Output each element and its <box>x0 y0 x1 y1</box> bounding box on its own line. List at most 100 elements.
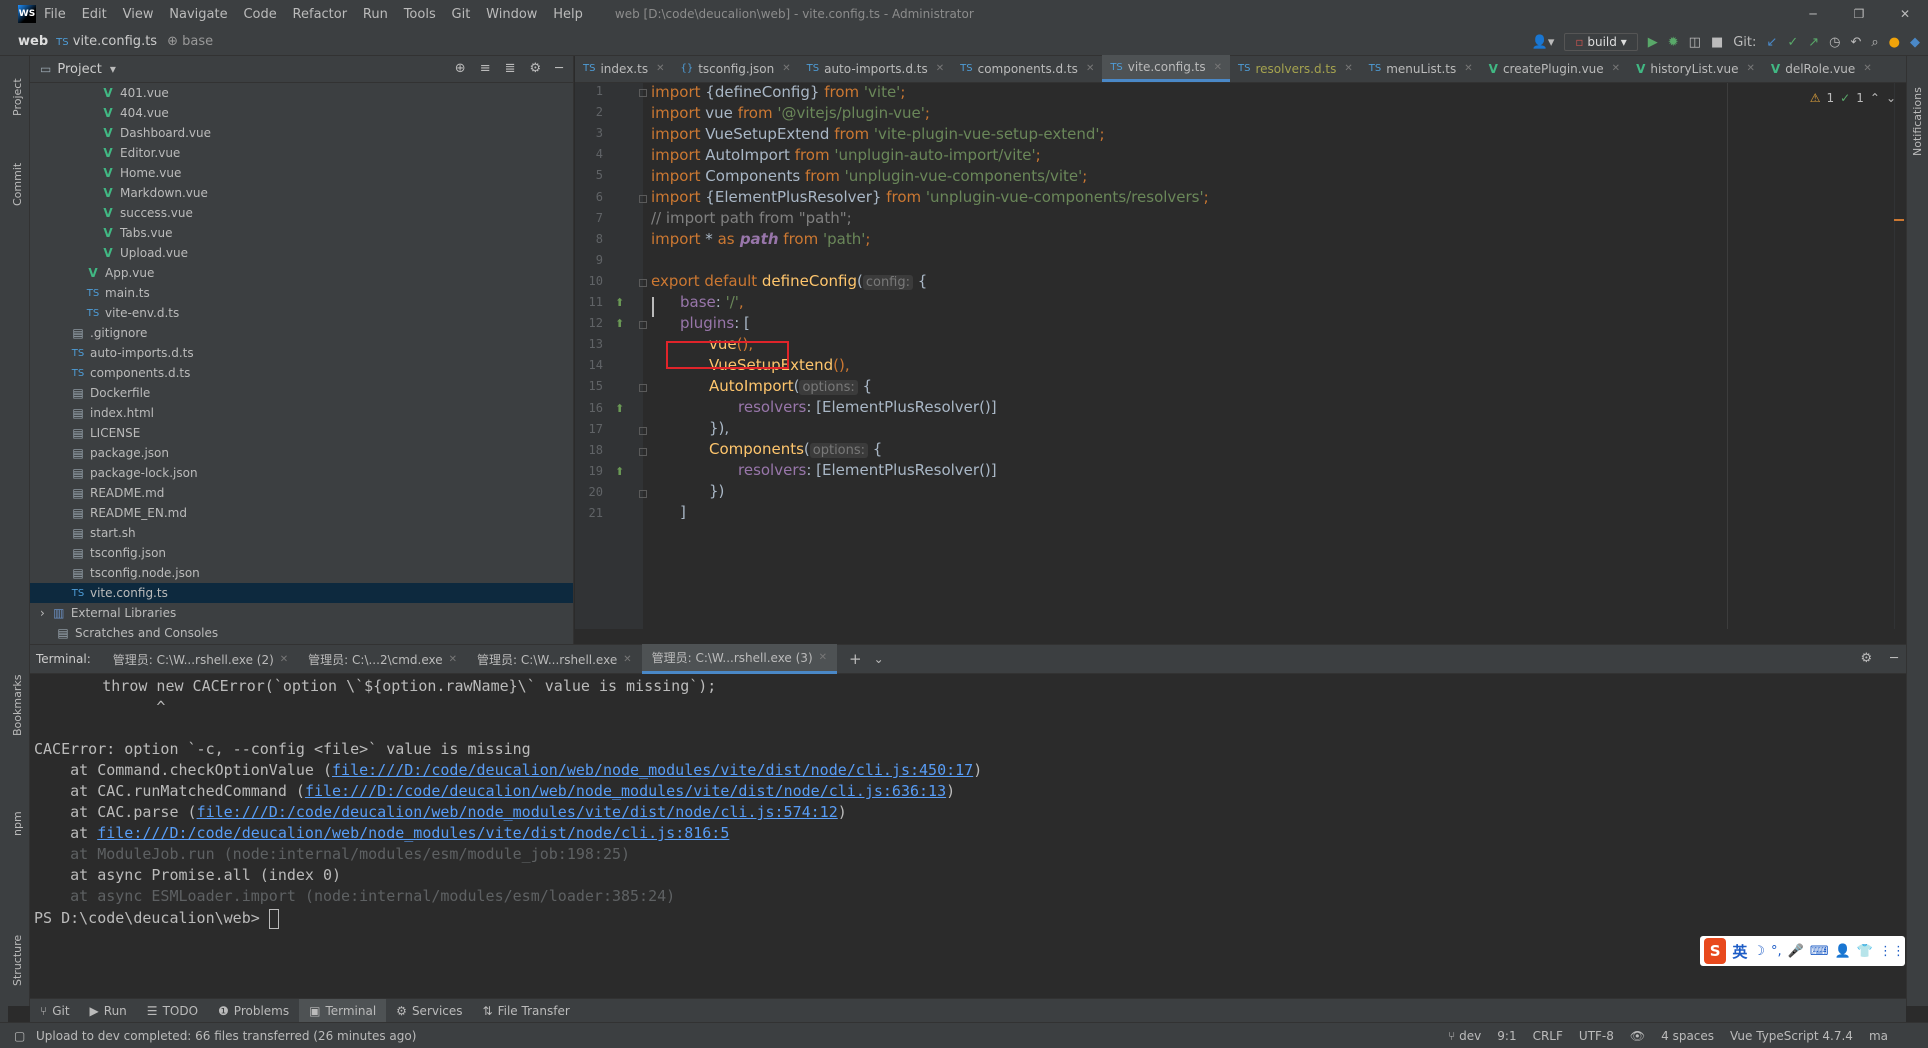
collapse-all-icon[interactable]: ≣ <box>505 61 516 76</box>
terminal-tab[interactable]: 管理员: C:\W...rshell.exe (3) ✕ <box>641 644 838 674</box>
tool-tab-problems[interactable]: ❶ Problems <box>208 999 299 1023</box>
tree-item[interactable]: V Home.vue <box>30 163 573 183</box>
tree-item[interactable]: V Dashboard.vue <box>30 123 573 143</box>
close-tab-icon[interactable]: ✕ <box>449 654 457 665</box>
fold-marker-icon[interactable] <box>639 384 647 393</box>
fold-marker-icon[interactable] <box>639 321 647 330</box>
tree-item[interactable]: ▤ package.json <box>30 443 573 463</box>
close-tab-icon[interactable]: ✕ <box>782 63 790 74</box>
punctuation-icon[interactable]: °, <box>1771 944 1782 959</box>
run-icon[interactable]: ▶ <box>1648 35 1658 50</box>
breadcrumb-symbol[interactable]: ⊕ base <box>167 34 213 49</box>
implements-gutter-icon[interactable]: ⬆ <box>615 317 624 330</box>
tree-item[interactable]: TS vite.config.ts <box>30 583 573 603</box>
tool-tab-todo[interactable]: ☰ TODO <box>137 999 208 1023</box>
terminal-tab[interactable]: 管理员: C:\...2\cmd.exe ✕ <box>298 644 467 674</box>
coverage-icon[interactable]: ◫ <box>1689 35 1701 50</box>
terminal-output[interactable]: throw new CACError(`option \`${option.ra… <box>30 674 1906 986</box>
chevron-up-icon[interactable]: ⌃ <box>1870 91 1880 105</box>
status-message[interactable]: Upload to dev completed: 66 files transf… <box>36 1029 416 1043</box>
search-icon[interactable]: ⌕ <box>1871 35 1878 50</box>
tree-item[interactable]: TS components.d.ts <box>30 363 573 383</box>
chevron-down-icon[interactable]: ▾ <box>110 62 116 76</box>
fold-marker-icon[interactable] <box>639 89 647 97</box>
ime-toolbar[interactable]: S 英 ☽ °, 🎤 ⌨ 👤 👕 ⋮⋮ <box>1700 936 1905 966</box>
menu-file[interactable]: File <box>44 7 66 22</box>
editor-scrollbar[interactable] <box>1894 83 1906 629</box>
tree-item[interactable]: V Tabs.vue <box>30 223 573 243</box>
menu-view[interactable]: View <box>123 7 154 22</box>
user-icon[interactable]: 👤▾ <box>1532 35 1555 50</box>
stack-link[interactable]: file:///D:/code/deucalion/web/node_modul… <box>305 782 946 800</box>
fold-marker-icon[interactable] <box>639 426 647 435</box>
tree-item[interactable]: ▤ tsconfig.json <box>30 543 573 563</box>
add-icon[interactable]: + <box>849 650 862 668</box>
close-tab-icon[interactable]: ✕ <box>936 63 944 74</box>
editor-tab[interactable]: TS menuList.ts ✕ <box>1361 55 1481 82</box>
implements-gutter-icon[interactable]: ⬆ <box>615 402 624 415</box>
fold-marker-icon[interactable] <box>639 194 647 203</box>
fold-marker-icon[interactable] <box>639 447 647 456</box>
hide-icon[interactable]: ─ <box>1890 651 1898 666</box>
rollback-icon[interactable]: ↶ <box>1850 35 1861 50</box>
close-tab-icon[interactable]: ✕ <box>1344 63 1352 74</box>
tree-item[interactable]: V 404.vue <box>30 103 573 123</box>
close-tab-icon[interactable]: ✕ <box>1863 63 1871 74</box>
tree-item[interactable]: ▤ index.html <box>30 403 573 423</box>
grid-icon[interactable]: ⋮⋮ <box>1879 944 1905 959</box>
tool-tab-file-transfer[interactable]: ⇅ File Transfer <box>473 999 580 1023</box>
tree-item[interactable]: ▤ .gitignore <box>30 323 573 343</box>
tree-item[interactable]: V App.vue <box>30 263 573 283</box>
menu-tools[interactable]: Tools <box>404 7 436 22</box>
breadcrumb-project[interactable]: web <box>18 34 48 49</box>
tree-item[interactable]: ▤ README_EN.md <box>30 503 573 523</box>
close-tab-icon[interactable]: ✕ <box>656 63 664 74</box>
code-editor[interactable]: 1 2 3 4 5 6 7 8 9 10 11 12 13 14 15 16 17 18 19 20 21 ⬆ ⬆ ⬆ ⬆ im… <box>575 83 1906 629</box>
close-tab-icon[interactable]: ✕ <box>280 654 288 665</box>
tree-item[interactable]: V Upload.vue <box>30 243 573 263</box>
menu-code[interactable]: Code <box>243 7 276 22</box>
locate-icon[interactable]: ⊕ <box>455 61 466 76</box>
tree-item[interactable]: ▤ Dockerfile <box>30 383 573 403</box>
chevron-down-icon[interactable]: ⌄ <box>874 652 884 666</box>
terminal-tab[interactable]: 管理员: C:\W...rshell.exe (2) ✕ <box>103 644 298 674</box>
expand-all-icon[interactable]: ≡ <box>480 61 491 76</box>
tab-project[interactable]: Project <box>11 78 24 116</box>
indent-setting[interactable]: 4 spaces <box>1661 1029 1714 1043</box>
layout-toggle-icon[interactable]: ▢ <box>14 1029 25 1043</box>
tab-commit[interactable]: Commit <box>11 163 24 206</box>
close-tab-icon[interactable]: ✕ <box>819 652 827 663</box>
menu-git[interactable]: Git <box>452 7 471 22</box>
editor-tab[interactable]: VdelRole.vue ✕ <box>1763 55 1880 82</box>
editor-tab[interactable]: TS components.d.ts ✕ <box>952 55 1102 82</box>
maximize-button[interactable]: ❐ <box>1836 0 1882 28</box>
tree-item[interactable]: ▤ README.md <box>30 483 573 503</box>
breadcrumb-file[interactable]: TS vite.config.ts <box>56 34 157 49</box>
fold-marker-icon[interactable] <box>639 489 647 498</box>
close-window-button[interactable]: ✕ <box>1882 0 1928 28</box>
tree-item[interactable]: ▤ tsconfig.node.json <box>30 563 573 583</box>
menu-refactor[interactable]: Refactor <box>293 7 348 22</box>
ime-language-toggle[interactable]: 英 <box>1732 941 1747 962</box>
skin-icon[interactable]: 👕 <box>1857 944 1873 959</box>
debug-icon[interactable]: ✹ <box>1668 35 1679 50</box>
hide-icon[interactable]: ─ <box>555 61 563 76</box>
tab-notifications[interactable]: Notifications <box>1911 87 1924 156</box>
history-icon[interactable]: ◷ <box>1829 35 1840 50</box>
terminal-tab[interactable]: 管理员: C:\W...rshell.exe ✕ <box>467 644 642 674</box>
gear-icon[interactable]: ⚙ <box>1861 651 1873 666</box>
terminal-prompt[interactable]: PS D:\code\deucalion\web> <box>34 908 279 929</box>
tool-tab-git[interactable]: ⑂ Git <box>30 999 80 1023</box>
expand-arrow-icon[interactable]: › <box>40 606 45 620</box>
close-tab-icon[interactable]: ✕ <box>1464 63 1472 74</box>
tree-item[interactable]: TS auto-imports.d.ts <box>30 343 573 363</box>
line-separator[interactable]: CRLF <box>1533 1029 1563 1043</box>
editor-tab[interactable]: TS vite.config.ts ✕ <box>1102 55 1231 82</box>
menu-edit[interactable]: Edit <box>82 7 107 22</box>
close-tab-icon[interactable]: ✕ <box>1747 63 1755 74</box>
tree-item[interactable]: V Markdown.vue <box>30 183 573 203</box>
git-update-icon[interactable]: ↙ <box>1766 35 1777 50</box>
language-service[interactable]: Vue TypeScript 4.7.4 <box>1730 1029 1853 1043</box>
run-config-selector[interactable]: ▫ build ▾ <box>1564 33 1638 51</box>
editor-tab[interactable]: TS index.ts ✕ <box>575 55 672 82</box>
